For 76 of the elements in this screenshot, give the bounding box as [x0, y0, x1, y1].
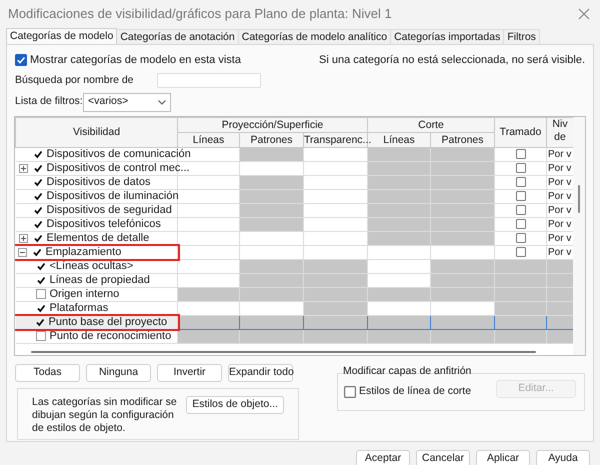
- checkbox[interactable]: [36, 289, 46, 299]
- tab[interactable]: Categorías de modelo analítico: [238, 29, 392, 44]
- column-header[interactable]: Tramado: [494, 117, 546, 147]
- column-header[interactable]: Visibilidad: [16, 117, 178, 147]
- table-cell[interactable]: [304, 315, 368, 329]
- checkbox[interactable]: [32, 233, 42, 243]
- checkbox[interactable]: [32, 163, 42, 173]
- action-button[interactable]: Ninguna: [86, 364, 151, 382]
- category-label[interactable]: Dispositivos de control mec...: [46, 162, 190, 174]
- column-header[interactable]: Niv de: [546, 117, 574, 147]
- checkbox[interactable]: [36, 303, 46, 313]
- caret-icon: [158, 100, 166, 104]
- checkbox[interactable]: [516, 247, 526, 257]
- checkbox[interactable]: [516, 191, 526, 201]
- checkbox[interactable]: [516, 233, 526, 243]
- checkbox[interactable]: [516, 205, 526, 215]
- close-icon[interactable]: [578, 8, 590, 20]
- checkbox[interactable]: [34, 317, 44, 327]
- category-label[interactable]: Origen interno: [50, 288, 120, 300]
- checkbox-label: Estilos de línea de corte: [359, 384, 472, 400]
- column-header: Proyección/Superficie: [178, 117, 368, 132]
- checkbox[interactable]: [32, 219, 42, 229]
- checkbox[interactable]: [32, 191, 42, 201]
- horizontal-scrollbar[interactable]: [31, 350, 536, 352]
- object-styles-button[interactable]: Estilos de objeto...: [186, 396, 284, 414]
- dialog-button[interactable]: Cancelar: [416, 450, 470, 465]
- checkbox[interactable]: [516, 149, 526, 159]
- action-button[interactable]: Invertir: [157, 364, 222, 382]
- expand-icon[interactable]: [18, 164, 28, 172]
- checkbox[interactable]: [36, 275, 46, 285]
- checkbox[interactable]: [15, 54, 27, 66]
- group-title: Modificar capas de anfitrión: [342, 364, 472, 378]
- column-header: Corte: [368, 117, 494, 132]
- field-label: Búsqueda por nombre de: [15, 72, 134, 88]
- window-title: Modificaciones de visibilidad/gráficos para Plano de planta: Nivel 1: [8, 5, 392, 24]
- checkbox[interactable]: [32, 177, 42, 187]
- tab[interactable]: Categorías importadas: [391, 29, 504, 44]
- column-header[interactable]: Líneas: [178, 132, 240, 147]
- column-header[interactable]: Patrones: [240, 132, 304, 147]
- table-cell[interactable]: [368, 315, 430, 329]
- checkbox-label: Mostrar categorías de modelo en esta vista: [30, 53, 241, 68]
- category-label[interactable]: Plataformas: [50, 302, 108, 314]
- expand-icon[interactable]: [18, 234, 28, 242]
- checkbox[interactable]: [32, 247, 42, 257]
- checkbox[interactable]: [344, 386, 356, 398]
- search-field[interactable]: [157, 73, 261, 88]
- checkbox[interactable]: [32, 205, 42, 215]
- edit-button: Editar...: [496, 380, 576, 398]
- field-label: Lista de filtros:: [15, 94, 83, 110]
- vertical-scrollbar[interactable]: [573, 116, 585, 354]
- action-button[interactable]: Expandir todo: [228, 364, 293, 382]
- dialog-button[interactable]: Aplicar: [476, 450, 530, 465]
- note-text: Las categorías sin modificar se dibujan según la configuración de estilos de objeto.: [32, 396, 178, 434]
- dialog-button[interactable]: Ayuda: [536, 450, 590, 465]
- checkbox[interactable]: [32, 149, 42, 159]
- category-label[interactable]: Dispositivos de datos: [46, 176, 150, 188]
- category-label[interactable]: Dispositivos de comunicación: [46, 148, 191, 160]
- tab[interactable]: Categorías de anotación: [117, 29, 239, 44]
- checkbox[interactable]: [516, 163, 526, 173]
- column-header[interactable]: Patrones: [430, 132, 494, 147]
- checkbox[interactable]: [516, 219, 526, 229]
- table-cell[interactable]: [240, 315, 304, 329]
- tab[interactable]: Filtros: [504, 29, 540, 44]
- action-button[interactable]: Todas: [15, 364, 80, 382]
- column-header[interactable]: Líneas: [368, 132, 430, 147]
- filter-dropdown[interactable]: <varios>: [83, 92, 171, 112]
- checkbox[interactable]: [516, 177, 526, 187]
- table-cell[interactable]: [430, 315, 494, 329]
- table-cell[interactable]: [494, 315, 546, 329]
- checkbox[interactable]: [36, 331, 46, 341]
- checkbox[interactable]: [36, 261, 46, 271]
- tab[interactable]: Categorías de modelo: [6, 28, 118, 44]
- dialog-button[interactable]: Aceptar: [356, 450, 410, 465]
- collapse-icon[interactable]: [18, 248, 26, 256]
- category-label[interactable]: Líneas de propiedad: [50, 274, 150, 286]
- hint-text: Si una categoría no está seleccionada, no será visible.: [319, 53, 585, 68]
